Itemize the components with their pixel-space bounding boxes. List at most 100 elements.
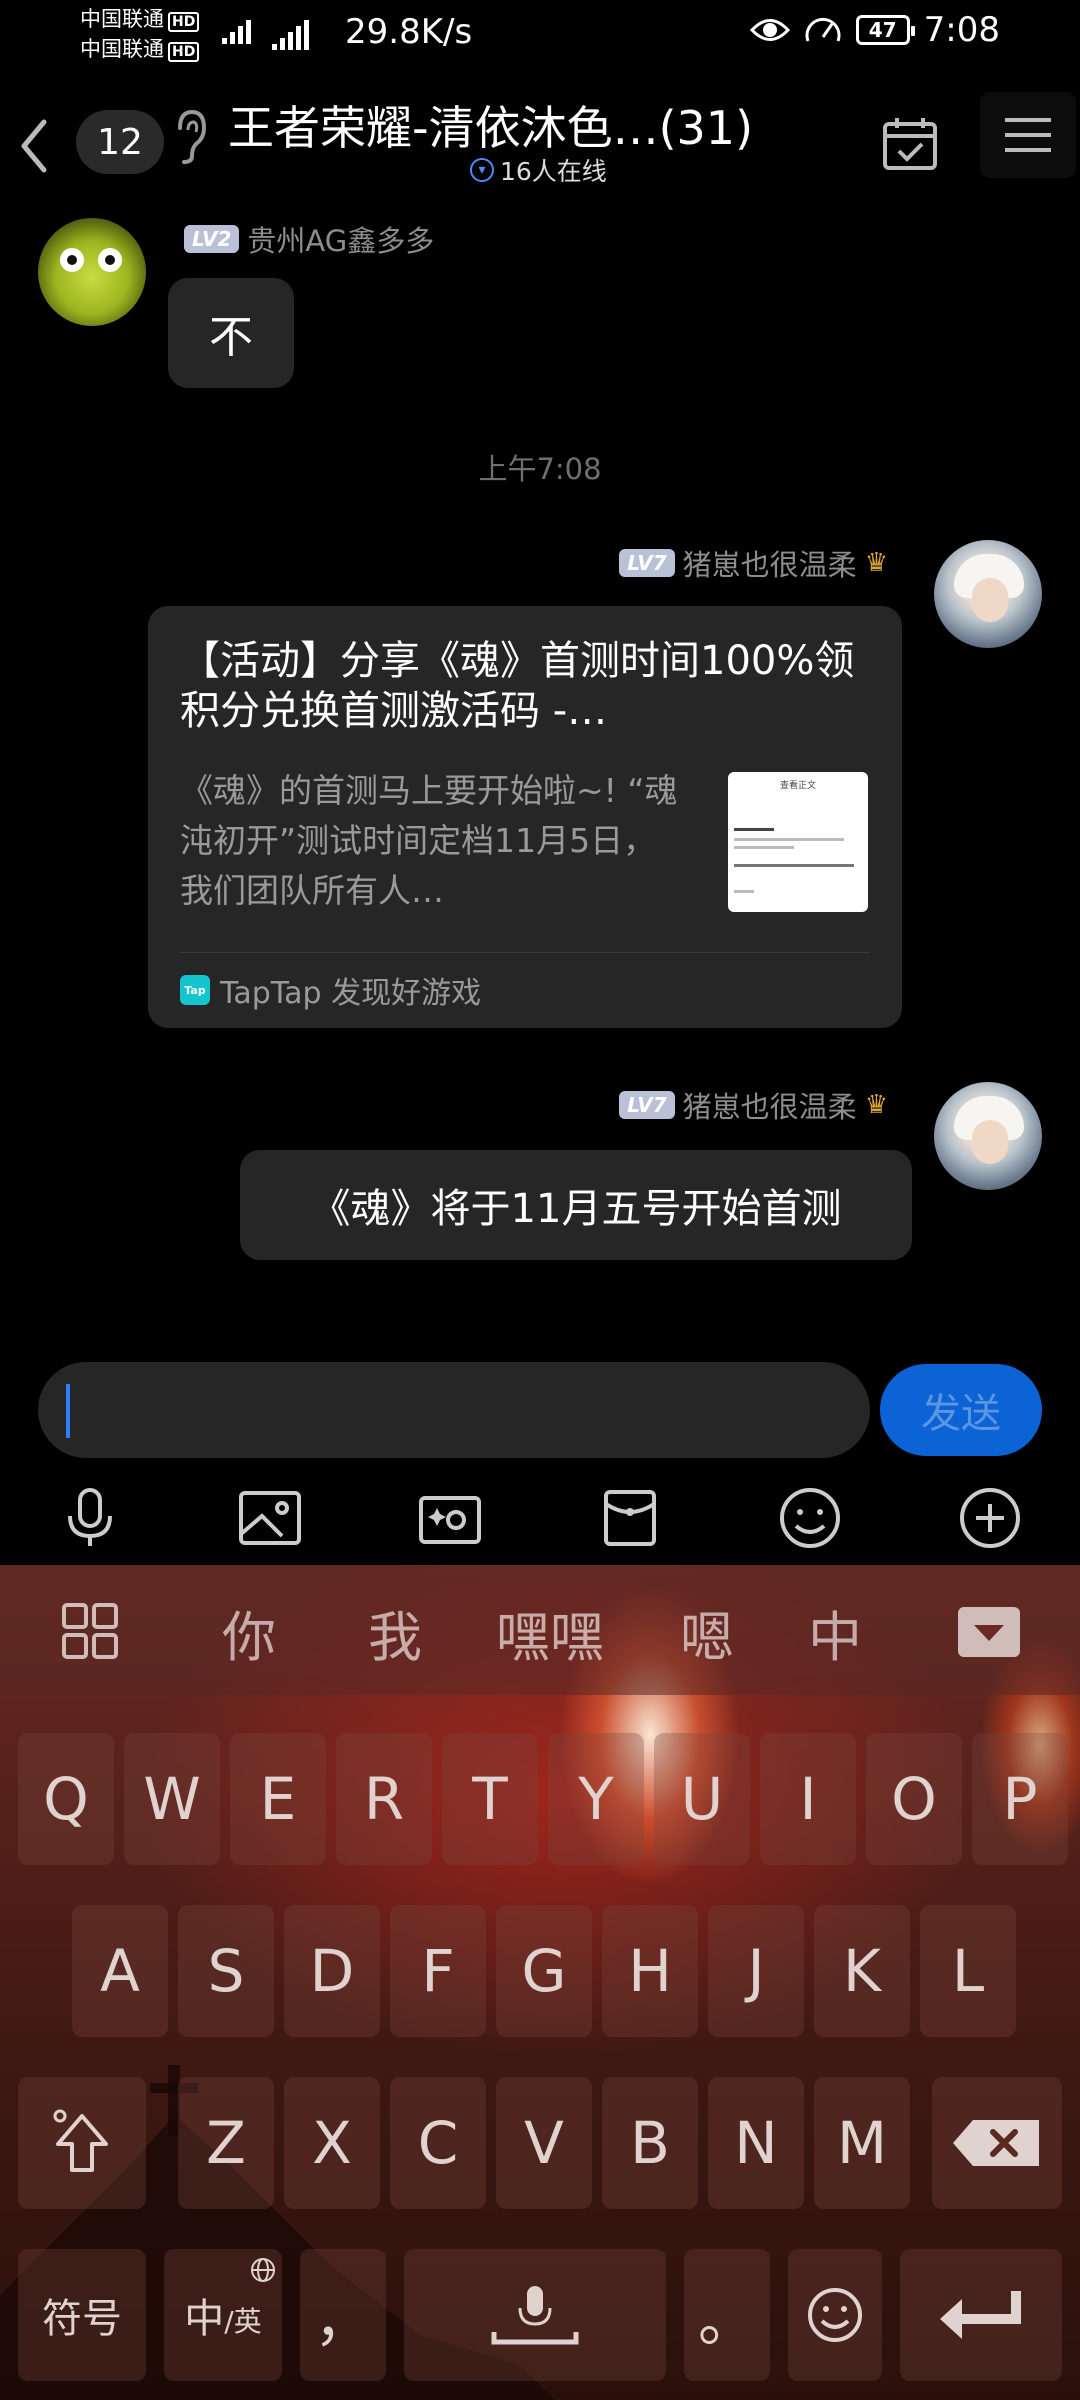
unread-count-badge[interactable]: 12 bbox=[76, 110, 164, 174]
candidate-word[interactable]: 中 bbox=[808, 1593, 862, 1672]
key-t[interactable]: T bbox=[442, 1733, 538, 1865]
space-key[interactable] bbox=[404, 2249, 666, 2381]
key-w[interactable]: W bbox=[124, 1733, 220, 1865]
red-packet-button[interactable] bbox=[590, 1478, 670, 1558]
level-badge: LV2 bbox=[184, 225, 240, 253]
avatar-eye bbox=[98, 248, 122, 272]
signal-icon-1 bbox=[222, 20, 251, 44]
sender-name[interactable]: LV2 贵州AG鑫多多 bbox=[184, 218, 434, 260]
menu-button[interactable] bbox=[980, 92, 1076, 178]
key-n[interactable]: N bbox=[708, 2077, 804, 2209]
emoji-key[interactable] bbox=[788, 2249, 882, 2381]
key-o[interactable]: O bbox=[866, 1733, 962, 1865]
battery-icon: 47 bbox=[855, 15, 915, 45]
key-z[interactable]: Z bbox=[178, 2077, 274, 2209]
globe-icon bbox=[251, 2258, 275, 2282]
level-badge: LV7 bbox=[619, 549, 675, 577]
chat-header: 12 王者荣耀-清依沐色…(31) ▾ 16人在线 bbox=[0, 78, 1080, 208]
group-title[interactable]: 王者荣耀-清依沐色…(31) bbox=[228, 92, 753, 158]
thumb-line bbox=[734, 890, 754, 893]
key-v[interactable]: V bbox=[496, 2077, 592, 2209]
card-title: 【活动】分享《魂》首测时间100%领积分兑换首测激活码 -… bbox=[180, 638, 855, 734]
key-p[interactable]: P bbox=[972, 1733, 1068, 1865]
sender-label: 猪崽也很温柔 bbox=[682, 548, 857, 582]
candidate-word[interactable]: 你 bbox=[222, 1593, 276, 1672]
send-button[interactable]: 发送 bbox=[880, 1364, 1042, 1456]
sender-name[interactable]: LV7 猪崽也很温柔 ♛ bbox=[619, 1084, 888, 1126]
back-arrow-icon[interactable] bbox=[14, 116, 54, 176]
backspace-icon bbox=[953, 2120, 1039, 2166]
message-bubble[interactable]: 《魂》将于11月五号开始首测 bbox=[240, 1150, 912, 1260]
thumb-line bbox=[734, 846, 794, 849]
key-e[interactable]: E bbox=[230, 1733, 326, 1865]
avatar[interactable] bbox=[38, 218, 146, 326]
key-k[interactable]: K bbox=[814, 1905, 910, 2037]
status-bar: 中国联通 HD 中国联通 HD 29.8K/s 47 7:08 bbox=[0, 0, 1080, 78]
key-m[interactable]: M bbox=[814, 2077, 910, 2209]
chevron-down-icon: ▾ bbox=[470, 158, 494, 182]
key-y[interactable]: Y bbox=[548, 1733, 644, 1865]
online-count: 16人在线 bbox=[500, 157, 607, 186]
key-x[interactable]: X bbox=[284, 2077, 380, 2209]
key-q[interactable]: Q bbox=[18, 1733, 114, 1865]
card-description: 《魂》的首测马上要开始啦~! “魂沌初开”测试时间定档11月5日，我们团队所有人… bbox=[180, 771, 678, 910]
photo-button[interactable] bbox=[230, 1478, 310, 1558]
language-label-main: 中 bbox=[184, 2296, 225, 2342]
key-i[interactable]: I bbox=[760, 1733, 856, 1865]
candidate-bar: 你 我 嘿嘿 嗯 中 bbox=[0, 1565, 1080, 1695]
language-switch-key[interactable]: 中/英 bbox=[164, 2249, 282, 2381]
eye-icon bbox=[749, 19, 790, 41]
thumb-heading: 查看正文 bbox=[779, 781, 816, 791]
key-j[interactable]: J bbox=[708, 1905, 804, 2037]
grid-menu-icon[interactable] bbox=[60, 1601, 120, 1661]
carrier-label-2: 中国联通 HD bbox=[80, 36, 200, 62]
shared-link-card[interactable]: 【活动】分享《魂》首测时间100%领积分兑换首测激活码 -… 《魂》的首测马上要… bbox=[148, 606, 902, 1028]
ear-icon[interactable] bbox=[172, 106, 208, 166]
key-d[interactable]: D bbox=[284, 1905, 380, 2037]
key-a[interactable]: A bbox=[72, 1905, 168, 2037]
sender-name[interactable]: LV7 猪崽也很温柔 ♛ bbox=[619, 542, 888, 584]
key-s[interactable]: S bbox=[178, 1905, 274, 2037]
red-packet-icon bbox=[604, 1490, 656, 1546]
calendar-check-icon[interactable] bbox=[880, 114, 940, 174]
candidate-word[interactable]: 嗯 bbox=[680, 1593, 734, 1672]
avatar-face bbox=[972, 578, 1008, 622]
shift-key[interactable] bbox=[18, 2077, 146, 2209]
key-l[interactable]: L bbox=[920, 1905, 1016, 2037]
key-h[interactable]: H bbox=[602, 1905, 698, 2037]
camera-icon bbox=[419, 1496, 481, 1544]
thumb-line bbox=[734, 828, 774, 831]
period-key[interactable]: 。 bbox=[684, 2249, 770, 2381]
key-r[interactable]: R bbox=[336, 1733, 432, 1865]
avatar[interactable] bbox=[934, 540, 1042, 648]
message-timestamp: 上午7:08 bbox=[478, 452, 602, 486]
backspace-key[interactable] bbox=[932, 2077, 1062, 2209]
shift-arrow-icon bbox=[53, 2109, 108, 2172]
microphone-icon bbox=[491, 2286, 579, 2345]
key-u[interactable]: U bbox=[654, 1733, 750, 1865]
message-input[interactable] bbox=[38, 1362, 870, 1458]
enter-key[interactable] bbox=[900, 2249, 1062, 2381]
key-g[interactable]: G bbox=[496, 1905, 592, 2037]
key-f[interactable]: F bbox=[390, 1905, 486, 2037]
more-button[interactable] bbox=[950, 1478, 1030, 1558]
comma-key[interactable]: ， bbox=[300, 2249, 386, 2381]
symbols-key[interactable]: 符号 bbox=[18, 2249, 146, 2381]
language-label-sub: /英 bbox=[224, 2305, 262, 2338]
avatar[interactable] bbox=[934, 1082, 1042, 1190]
crown-icon: ♛ bbox=[864, 1090, 888, 1120]
card-thumbnail: 查看正文 bbox=[728, 772, 868, 912]
candidate-word[interactable]: 嘿嘿 bbox=[496, 1593, 604, 1672]
key-c[interactable]: C bbox=[390, 2077, 486, 2209]
network-speed: 29.8K/s bbox=[345, 12, 473, 52]
key-b[interactable]: B bbox=[602, 2077, 698, 2209]
camera-button[interactable] bbox=[410, 1478, 490, 1558]
card-source: Tap TapTap 发现好游戏 bbox=[180, 968, 481, 1012]
message-bubble[interactable]: 不 bbox=[168, 278, 294, 388]
enter-arrow-icon bbox=[940, 2291, 1021, 2339]
voice-button[interactable] bbox=[50, 1478, 130, 1558]
candidate-word[interactable]: 我 bbox=[368, 1593, 422, 1672]
emoji-button[interactable] bbox=[770, 1478, 850, 1558]
thumb-line bbox=[734, 838, 844, 841]
collapse-keyboard-icon[interactable] bbox=[956, 1605, 1022, 1659]
